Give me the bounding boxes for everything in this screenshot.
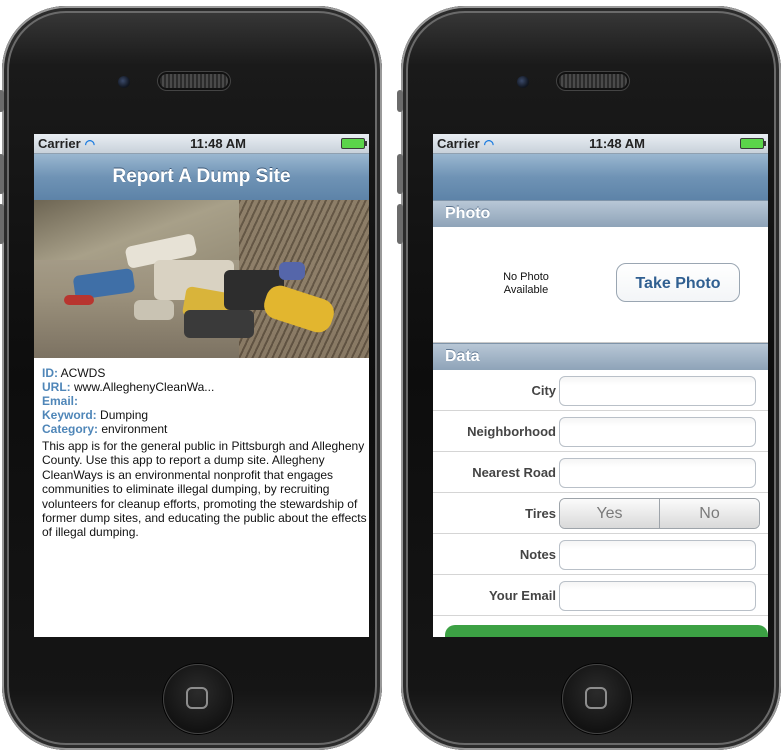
info-keyword: Keyword: Dumping [42,408,367,422]
info-id: ID: ACWDS [42,366,367,380]
right-screen: Carrier ◠ 11:48 AM Photo No Photo Availa… [433,134,768,637]
photo-section-header: Photo [433,200,768,227]
data-section-header: Data [433,343,768,370]
left-screen: Carrier ◠ 11:48 AM Report A Dump Site ID… [34,134,369,637]
take-photo-button[interactable]: Take Photo [616,263,740,302]
carrier-label: Carrier [38,136,81,151]
city-field[interactable] [559,376,756,406]
tires-no-option[interactable]: No [659,499,759,528]
carrier: Carrier ◠ [38,136,95,151]
your-email-label: Your Email [489,588,556,603]
battery-icon [340,138,367,149]
neighborhood-row: Neighborhood [433,411,768,452]
info-category: Category: environment [42,422,367,436]
city-row: City [433,370,768,411]
your-email-row: Your Email [433,575,768,616]
status-bar: Carrier ◠ 11:48 AM [34,134,369,154]
id-label: ID: [42,366,58,380]
home-button[interactable] [163,664,233,734]
category-label: Category: [42,422,99,436]
nearest-road-label: Nearest Road [472,465,556,480]
front-camera [517,76,529,88]
clock: 11:48 AM [190,136,246,151]
id-value: ACWDS [60,366,106,380]
neighborhood-label: Neighborhood [467,424,556,439]
tires-label: Tires [525,506,556,521]
nearest-road-field[interactable] [559,458,756,488]
photo-row: No Photo Available Take Photo [433,227,768,343]
city-label: City [531,383,556,398]
email-label: Email: [42,394,79,408]
home-button[interactable] [562,664,632,734]
keyword-label: Keyword: [42,408,97,422]
nav-bar [433,154,768,200]
app-description: This app is for the general public in Pi… [42,439,367,540]
mute-switch [397,90,403,112]
nav-title: Report A Dump Site [34,154,369,200]
tires-row: Tires Yes No [433,493,768,534]
submit-button[interactable] [445,625,768,637]
volume-down-button [0,204,4,244]
carrier-label: Carrier [437,136,480,151]
right-phone-frame: Carrier ◠ 11:48 AM Photo No Photo Availa… [397,6,781,750]
home-square-icon [585,687,607,709]
your-email-field[interactable] [559,581,756,611]
status-bar: Carrier ◠ 11:48 AM [433,134,768,154]
volume-down-button [397,204,403,244]
tires-segmented-control: Yes No [559,498,760,529]
home-square-icon [186,687,208,709]
wifi-icon: ◠ [483,136,495,151]
carrier: Carrier ◠ [437,136,494,151]
info-email: Email: [42,394,367,408]
notes-row: Notes [433,534,768,575]
notes-field[interactable] [559,540,756,570]
left-phone-frame: Carrier ◠ 11:48 AM Report A Dump Site ID… [0,6,382,750]
mute-switch [0,90,4,112]
volume-up-button [397,154,403,194]
wifi-icon: ◠ [84,136,96,151]
nearest-road-row: Nearest Road [433,452,768,493]
clock: 11:48 AM [589,136,645,151]
volume-up-button [0,154,4,194]
app-info: ID: ACWDS URL: www.AlleghenyCleanWa... E… [34,358,369,540]
url-value[interactable]: www.AlleghenyCleanWa... [74,380,214,394]
earpiece-speaker [160,74,228,88]
notes-label: Notes [519,547,556,562]
earpiece-speaker [559,74,627,88]
neighborhood-field[interactable] [559,417,756,447]
tires-yes-option[interactable]: Yes [560,499,659,528]
no-photo-text: No Photo Available [503,271,549,296]
front-camera [118,76,130,88]
url-label: URL: [42,380,71,394]
dump-site-photo [34,200,369,358]
keyword-value: Dumping [100,408,149,422]
category-value: environment [101,422,168,436]
info-url: URL: www.AlleghenyCleanWa... [42,380,367,394]
battery-icon [739,138,766,149]
